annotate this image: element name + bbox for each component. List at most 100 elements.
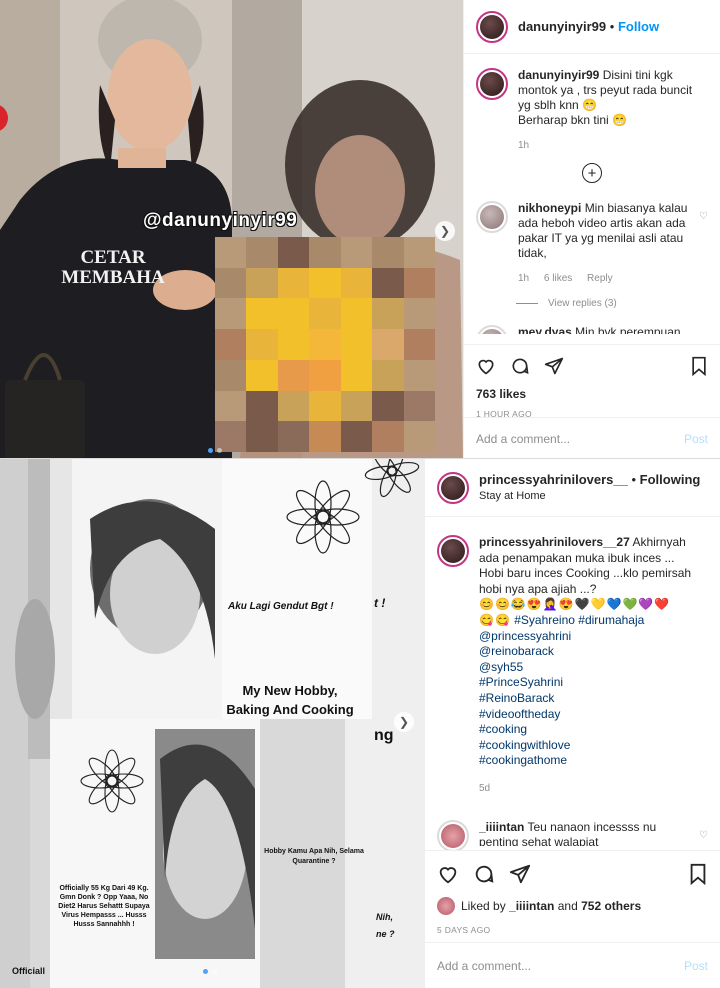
post-2-actions: Liked by _iiiintan and 752 others 5 DAYS… xyxy=(425,850,720,935)
mention[interactable]: @syh55 xyxy=(479,660,694,676)
mosaic-cell xyxy=(340,359,373,391)
mosaic-cell xyxy=(246,329,278,360)
hashtag[interactable]: #cooking xyxy=(479,722,694,738)
comment-like-icon[interactable]: ♡ xyxy=(699,209,708,224)
mosaic-cell xyxy=(246,421,278,452)
post-comment-button[interactable]: Post xyxy=(684,959,708,973)
post-1-media[interactable]: CETAR MEMBAHA @danunyinyir99 ❯ xyxy=(0,0,463,458)
caption-avatar[interactable] xyxy=(476,68,508,100)
post-comment-button[interactable]: Post xyxy=(684,432,708,446)
comment-avatar[interactable] xyxy=(476,325,508,334)
comment-username[interactable]: nikhoneypi xyxy=(518,201,581,215)
slide-text-t: t ! xyxy=(374,596,386,610)
comment-like-icon[interactable]: ♡ xyxy=(699,828,708,843)
mosaic-cell xyxy=(309,298,341,330)
mosaic-cell xyxy=(215,298,247,330)
mosaic-cell xyxy=(309,267,341,299)
caption-emojis-2: 😋😋 xyxy=(479,612,511,627)
caption-emojis: 😊😊😂😍🤦‍♀️😍🖤💛💙💚💜❤️ xyxy=(479,597,671,612)
mosaic-cell xyxy=(309,390,341,422)
liked-by-user[interactable]: _iiiintan xyxy=(509,899,554,913)
carousel-dot-active xyxy=(203,969,208,974)
caption-username[interactable]: princessyahrinilovers__27 xyxy=(479,535,630,549)
heart-icon[interactable] xyxy=(476,356,496,376)
avatar[interactable] xyxy=(437,471,469,504)
watermark: @danunyinyir99 xyxy=(143,210,298,231)
like-count[interactable]: 763 likes xyxy=(476,387,708,401)
comment-input[interactable]: Add a comment... xyxy=(437,959,531,973)
shirt-text-line-2: MEMBAHA xyxy=(61,267,165,288)
slide-text-quarantine: Hobby Kamu Apa Nih, Selama Quarantine ? xyxy=(264,848,364,865)
share-icon[interactable] xyxy=(509,863,531,885)
caption: danunyinyir99 Disini tini kgk montok ya … xyxy=(476,68,708,153)
carousel-dots xyxy=(203,969,217,974)
avatar[interactable] xyxy=(476,10,508,43)
mosaic-cell xyxy=(277,267,310,299)
next-slide-button[interactable]: ❯ xyxy=(394,712,414,732)
post-2-username[interactable]: princessyahrinilovers__ xyxy=(479,472,628,487)
mosaic-cell xyxy=(372,329,404,360)
separator-dot: • xyxy=(609,18,615,34)
liked-by-avatar[interactable] xyxy=(437,897,455,915)
comment-username[interactable]: mey.dyas xyxy=(518,325,572,334)
comment: nikhoneypi Min biasanya kalau ada heboh … xyxy=(476,201,708,286)
comment-avatar[interactable] xyxy=(437,820,469,852)
liked-by-others[interactable]: 752 others xyxy=(581,899,641,913)
mosaic-cell xyxy=(372,298,404,330)
post-2-media[interactable]: Aku Lagi Gendut Bgt ! My New Hobby, Baki… xyxy=(0,459,424,988)
comment-username[interactable]: _iiiintan xyxy=(479,820,524,834)
comment-icon[interactable] xyxy=(473,863,495,885)
mosaic-cell xyxy=(277,390,310,422)
mosaic-cell xyxy=(340,298,373,330)
caption-username[interactable]: danunyinyir99 xyxy=(518,68,599,82)
post-1-sidebar: danunyinyir99 • Follow danunyinyir99 Dis… xyxy=(463,0,720,458)
mosaic-cell xyxy=(340,329,373,360)
mosaic-cell xyxy=(246,298,278,330)
mosaic-cell xyxy=(340,421,373,452)
hashtag[interactable]: #cookingwithlove xyxy=(479,738,694,754)
heart-icon[interactable] xyxy=(437,863,459,885)
post-1-header: danunyinyir99 • Follow xyxy=(464,0,720,54)
post-location[interactable]: Stay at Home xyxy=(479,488,700,504)
post-2-comments: princessyahrinilovers__27 Akhirnyah ada … xyxy=(425,517,720,847)
post-1-username[interactable]: danunyinyir99 xyxy=(518,19,606,34)
carousel-dot xyxy=(212,969,217,974)
comment-icon[interactable] xyxy=(510,356,530,376)
mention[interactable]: @reinobarack xyxy=(479,644,694,660)
hashtag[interactable]: #ReinoBarack xyxy=(479,691,694,707)
slide-text-hobby: My New Hobby, Baking And Cooking xyxy=(226,683,354,717)
comment-text: Min byk perempuan xyxy=(575,325,681,334)
carousel-dots xyxy=(208,448,222,453)
chevron-right-icon: ❯ xyxy=(398,715,410,729)
mosaic-cell xyxy=(340,267,373,299)
view-replies-button[interactable]: View replies (3) xyxy=(516,296,708,311)
censor-mosaic xyxy=(215,237,435,452)
next-slide-button[interactable]: ❯ xyxy=(435,221,455,241)
bookmark-icon[interactable] xyxy=(688,863,708,885)
mention[interactable]: @princessyahrini xyxy=(479,629,694,645)
hashtag[interactable]: #cookingathome xyxy=(479,753,694,769)
comment-likes[interactable]: 6 likes xyxy=(544,273,572,284)
bookmark-icon[interactable] xyxy=(690,356,708,376)
slide-text-gendut: Aku Lagi Gendut Bgt ! xyxy=(228,601,334,612)
reply-button[interactable]: Reply xyxy=(587,273,613,284)
mosaic-cell xyxy=(340,390,373,422)
mosaic-cell xyxy=(372,390,404,422)
share-icon[interactable] xyxy=(544,356,564,376)
following-button[interactable]: Following xyxy=(640,472,701,487)
mosaic-cell xyxy=(403,359,435,391)
mosaic-cell xyxy=(277,421,310,452)
mosaic-cell xyxy=(215,267,247,299)
mosaic-cell xyxy=(372,237,404,268)
hashtag[interactable]: #Syahreino #dirumahaja xyxy=(514,613,644,627)
slide-text-ng: ng xyxy=(374,727,394,744)
mosaic-cell xyxy=(215,237,247,268)
follow-button[interactable]: Follow xyxy=(618,19,659,34)
load-more-comments-icon[interactable]: + xyxy=(582,163,602,183)
comment-avatar[interactable] xyxy=(476,201,508,233)
comment-input[interactable]: Add a comment... xyxy=(476,432,570,446)
caption-avatar[interactable] xyxy=(437,535,469,567)
chevron-right-icon: ❯ xyxy=(439,224,451,238)
hashtag[interactable]: #PrinceSyahrini xyxy=(479,675,694,691)
hashtag[interactable]: #videooftheday xyxy=(479,707,694,723)
